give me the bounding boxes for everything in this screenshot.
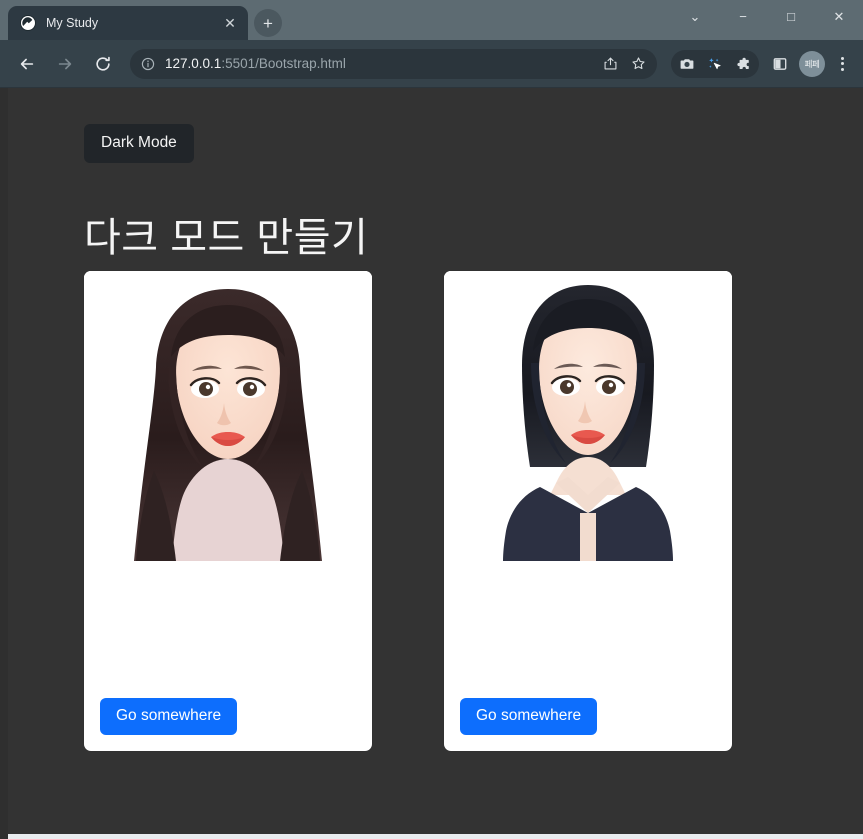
tab-close-icon[interactable]: ✕ [220,13,240,33]
card: Go somewhere [444,270,732,751]
browser-titlebar: My Study ✕ + ⌄ − □ ✕ [0,0,863,40]
maximize-button[interactable]: □ [767,0,815,33]
site-info-icon[interactable] [140,56,156,72]
new-tab-button[interactable]: + [254,9,282,37]
go-somewhere-button[interactable]: Go somewhere [460,698,598,735]
three-dot-menu-icon[interactable] [829,51,855,77]
card-deck: Go somewhere Go somewhere [84,270,863,751]
window-bottom-edge [8,834,863,839]
card-body: Go somewhere [444,561,732,751]
address-bar-url: 127.0.0.1:5501/Bootstrap.html [165,56,597,71]
card-image-portrait-long-hair [84,270,372,561]
side-panel-icon[interactable] [767,51,793,77]
close-window-button[interactable]: ✕ [815,0,863,33]
go-somewhere-button[interactable]: Go somewhere [100,698,238,735]
browser-tab-my-study[interactable]: My Study ✕ [8,6,248,40]
dark-mode-toggle-button[interactable]: Dark Mode [84,124,194,163]
menu-dot [840,56,844,60]
address-bar[interactable]: 127.0.0.1:5501/Bootstrap.html [130,48,657,79]
page-viewport: Dark Mode 다크 모드 만들기 Go somewhere Go some… [0,88,863,839]
address-bar-host: 127.0.0.1 [165,56,222,71]
tab-favicon-icon [20,15,36,31]
window-controls: ⌄ − □ ✕ [671,0,863,33]
tab-title: My Study [46,16,99,30]
browser-toolbar: 127.0.0.1:5501/Bootstrap.html 페페 [0,40,863,88]
menu-dot [840,67,844,71]
back-button-icon[interactable] [11,48,43,80]
card: Go somewhere [84,270,372,751]
tab-search-button[interactable]: ⌄ [671,0,719,33]
puzzle-extensions-icon[interactable] [730,51,756,77]
extensions-group [671,49,759,78]
reload-button-icon[interactable] [87,48,119,80]
sparkle-cursor-extension-icon[interactable] [702,51,728,77]
minimize-button[interactable]: − [719,0,767,33]
share-icon[interactable] [597,51,623,77]
forward-button-icon[interactable] [49,48,81,80]
page-content: Dark Mode 다크 모드 만들기 Go somewhere Go some… [8,88,863,751]
address-bar-actions [597,51,651,77]
address-bar-path: :5501/Bootstrap.html [221,56,346,71]
page-title: 다크 모드 만들기 [84,215,369,260]
browser-window: My Study ✕ + ⌄ − □ ✕ 127.0.0.1:5501/Boot… [0,0,863,839]
bookmark-star-icon[interactable] [625,51,651,77]
card-image-portrait-bob-hair [444,270,732,561]
menu-dot [840,62,844,65]
camera-extension-icon[interactable] [674,51,700,77]
profile-avatar[interactable]: 페페 [799,50,825,77]
card-body: Go somewhere [84,561,372,751]
